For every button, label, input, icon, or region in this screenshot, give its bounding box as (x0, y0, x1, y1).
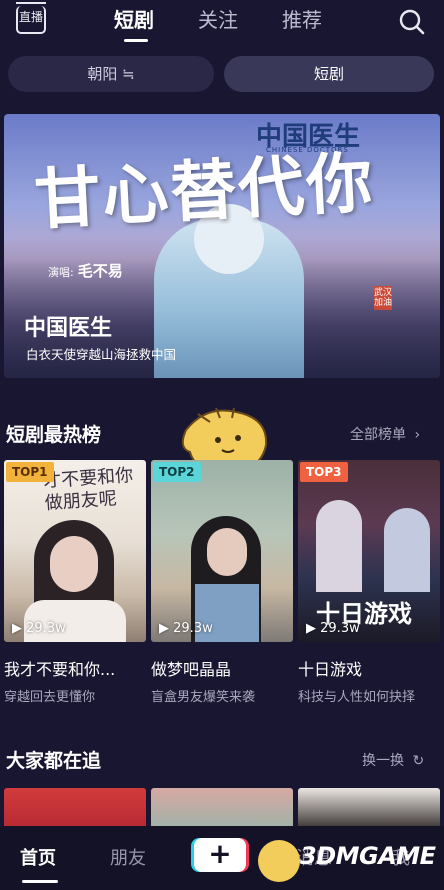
view-count-value-2: 29.3w (173, 621, 213, 636)
tab-recommend[interactable]: 推荐 (282, 6, 322, 34)
rank-badge-2: TOP2 (153, 462, 201, 482)
card-title-1: 我才不要和你... (4, 660, 116, 679)
card-subtitle-1: 穿越回去更懂你 (4, 690, 96, 705)
featured-banner[interactable]: 中国医生 CHINESE DOCTORS 甘心替代你 演唱: 毛不易 武汉加油 中… (4, 114, 440, 378)
refresh-label: 换一换 (362, 753, 404, 769)
live-label: 直播 (18, 10, 43, 24)
banner-credit-prefix: 演唱: (48, 266, 74, 279)
nav-home[interactable]: 首页 (20, 844, 56, 870)
tab-following[interactable]: 关注 (198, 6, 238, 34)
banner-title: 中国医生 (24, 316, 113, 341)
create-plus-button[interactable]: + (194, 838, 246, 872)
card-person-3b (384, 508, 430, 592)
card-thumbnail-3: 十日游戏 TOP3 ▶ 29.3w (298, 460, 440, 642)
hot-section-title: 短剧最热榜 (6, 424, 102, 446)
card-title-2: 做梦吧晶晶 (151, 660, 232, 679)
view-count-2: ▶ 29.3w (159, 621, 213, 636)
all-rankings-label: 全部榜单 (350, 427, 406, 443)
top-bar: 直播 短剧 关注 推荐 (0, 0, 444, 48)
ranking-card-2[interactable]: TOP2 ▶ 29.3w 做梦吧晶晶 盲盒男友爆笑来袭 (151, 460, 293, 705)
view-count-value-3: 29.3w (320, 621, 360, 636)
follow-section-title: 大家都在追 (6, 750, 102, 772)
card-face-2 (207, 528, 247, 576)
active-tab-indicator (124, 39, 148, 42)
category-filter[interactable]: 短剧 (224, 56, 434, 92)
card-subtitle-2: 盲盒男友爆笑来袭 (151, 690, 256, 705)
search-icon[interactable] (398, 8, 426, 36)
play-icon: ▶ (306, 621, 321, 636)
chevron-right-icon: › (414, 427, 421, 443)
follow-thumbnail-1[interactable] (4, 788, 146, 828)
nav-friends[interactable]: 朋友 (110, 844, 146, 870)
tab-short-drama[interactable]: 短剧 (114, 6, 154, 34)
all-rankings-link[interactable]: 全部榜单 › (350, 424, 420, 444)
view-count-1: ▶ 29.3w (12, 621, 66, 636)
card-thumbnail-1: 才不要和你做朋友呢 TOP1 ▶ 29.3w (4, 460, 146, 642)
follow-thumbnail-2[interactable] (151, 788, 293, 828)
location-filter[interactable]: 朝阳 ≒ (8, 56, 214, 92)
banner-credit: 演唱: 毛不易 (48, 260, 123, 281)
play-icon: ▶ (159, 621, 174, 636)
card-person-3a (316, 500, 362, 592)
banner-credit-name: 毛不易 (77, 262, 123, 280)
card-overlay-text-1: 才不要和你做朋友呢 (42, 464, 134, 515)
card-title-3: 十日游戏 (298, 660, 363, 679)
banner-subtitle: 白衣天使穿越山海拯救中国 (26, 347, 177, 362)
ranking-card-3[interactable]: 十日游戏 TOP3 ▶ 29.3w 十日游戏 科技与人性如何抉择 (298, 460, 440, 705)
follow-thumbnail-3[interactable] (298, 788, 440, 828)
view-count-3: ▶ 29.3w (306, 621, 360, 636)
card-subtitle-3: 科技与人性如何抉择 (298, 690, 416, 705)
play-icon: ▶ (12, 621, 27, 636)
live-icon[interactable]: 直播 (16, 2, 46, 34)
rank-badge-3: TOP3 (300, 462, 348, 482)
view-count-value-1: 29.3w (26, 621, 66, 636)
ranking-card-1[interactable]: 才不要和你做朋友呢 TOP1 ▶ 29.3w 我才不要和你... 穿越回去更懂你 (4, 460, 146, 705)
watermark-text: 3DMGAME (300, 842, 436, 870)
card-thumbnail-2: TOP2 ▶ 29.3w (151, 460, 293, 642)
banner-calligraphy: 甘心替代你 (32, 143, 377, 239)
banner-tag: 武汉加油 (374, 286, 393, 310)
watermark-logo-icon (258, 840, 300, 882)
nav-active-indicator (22, 880, 58, 883)
card-face-1 (50, 536, 98, 592)
refresh-icon: ↻ (412, 753, 425, 769)
refresh-link[interactable]: 换一换 ↻ (362, 750, 424, 770)
rank-badge-1: TOP1 (6, 462, 54, 482)
